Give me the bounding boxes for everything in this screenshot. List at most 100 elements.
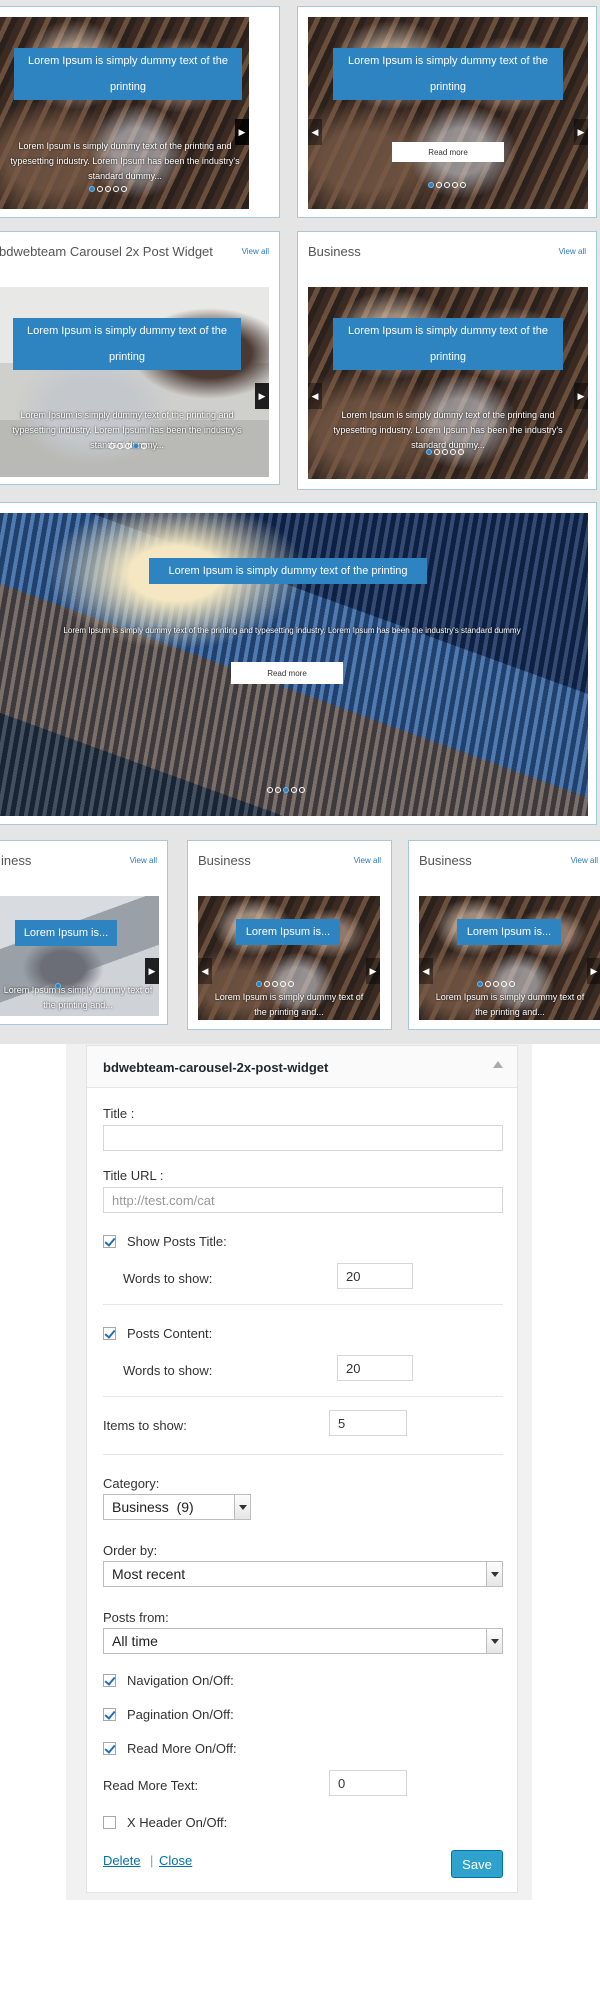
x-header-checkbox[interactable] [103, 1816, 116, 1829]
pagination-dots[interactable] [428, 182, 466, 188]
pagination-dot[interactable] [442, 449, 448, 455]
read-more-checkbox[interactable] [103, 1742, 116, 1755]
card-title: iness [1, 853, 32, 868]
view-all-link[interactable]: View all [130, 856, 157, 865]
pagination-dot[interactable] [452, 182, 458, 188]
pagination-dots[interactable] [477, 981, 515, 987]
pagination-dot[interactable] [426, 449, 432, 455]
pagination-dot[interactable] [125, 443, 131, 449]
order-by-select[interactable]: Most recent [103, 1561, 503, 1587]
slide-caption[interactable]: Lorem Ipsum is... [236, 919, 340, 945]
prev-arrow-icon[interactable]: ◀ [198, 958, 212, 984]
pagination-dot[interactable] [256, 981, 262, 987]
prev-arrow-icon[interactable]: ◀ [308, 383, 322, 409]
pagination-dot[interactable] [458, 449, 464, 455]
pagination-dot[interactable] [291, 787, 297, 793]
title-label: Title : [103, 1106, 135, 1121]
pagination-dot[interactable] [121, 186, 127, 192]
slide-caption[interactable]: Lorem Ipsum is simply dummy text of the … [149, 558, 427, 584]
pagination-dots[interactable] [256, 981, 294, 987]
slide-caption[interactable]: Lorem Ipsum is... [457, 919, 561, 945]
posts-content-words-input[interactable] [337, 1355, 413, 1381]
title-input[interactable] [103, 1125, 503, 1151]
posts-title-words-input[interactable] [337, 1263, 413, 1289]
pagination-dot[interactable] [460, 182, 466, 188]
next-arrow-icon[interactable]: ▶ [574, 119, 588, 145]
pagination-dot[interactable] [288, 981, 294, 987]
title-url-input[interactable] [103, 1187, 503, 1213]
dropdown-arrow-icon[interactable] [486, 1562, 502, 1586]
slide-caption[interactable]: Lorem Ipsum is simply dummy text of the … [333, 48, 563, 100]
slide-caption[interactable]: Lorem Ipsum is simply dummy text of the … [14, 48, 242, 100]
close-link[interactable]: Close [159, 1853, 192, 1868]
delete-link[interactable]: Delete [103, 1853, 141, 1868]
dropdown-arrow-icon[interactable] [234, 1495, 250, 1519]
pagination-dot[interactable] [501, 981, 507, 987]
slide-caption[interactable]: Lorem Ipsum is simply dummy text of the … [333, 318, 563, 370]
card-title: bdwebteam Carousel 2x Post Widget [0, 244, 213, 259]
read-more-text-input[interactable] [329, 1770, 407, 1796]
pagination-dot[interactable] [113, 186, 119, 192]
pagination-dot[interactable] [117, 443, 123, 449]
save-button[interactable]: Save [451, 1850, 503, 1878]
pagination-dot[interactable] [105, 186, 111, 192]
next-arrow-icon[interactable]: ▶ [574, 383, 588, 409]
pagination-dot[interactable] [477, 981, 483, 987]
pagination-dot[interactable] [283, 787, 289, 793]
pagination-dot[interactable] [272, 981, 278, 987]
posts-content-checkbox[interactable] [103, 1327, 116, 1340]
slide-caption[interactable]: Lorem Ipsum is simply dummy text of the … [13, 318, 241, 370]
widget-preview-showcase: Lorem Ipsum is simply dummy text of the … [0, 0, 600, 1044]
view-all-link[interactable]: View all [354, 856, 381, 865]
read-more-button[interactable]: Read more [392, 142, 504, 162]
prev-arrow-icon[interactable]: ◀ [419, 958, 433, 984]
pagination-dot[interactable] [109, 443, 115, 449]
posts-from-select[interactable]: All time [103, 1628, 503, 1654]
navigation-checkbox[interactable] [103, 1674, 116, 1687]
widget-header[interactable]: bdwebteam-carousel-2x-post-widget [87, 1046, 517, 1088]
pagination-dot[interactable] [264, 981, 270, 987]
pagination-dot[interactable] [444, 182, 450, 188]
pagination-dots[interactable] [89, 186, 127, 192]
pagination-dot[interactable] [89, 186, 95, 192]
slide-image: Lorem Ipsum is simply dummy text of the … [0, 287, 269, 477]
pagination-dot[interactable] [141, 443, 147, 449]
pagination-dots[interactable] [55, 983, 61, 989]
items-to-show-input[interactable] [329, 1410, 407, 1436]
slide-caption[interactable]: Lorem Ipsum is... [15, 920, 117, 946]
pagination-dot[interactable] [485, 981, 491, 987]
pagination-dots[interactable] [426, 449, 464, 455]
next-arrow-icon[interactable]: ▶ [145, 958, 159, 984]
pagination-dot[interactable] [275, 787, 281, 793]
next-arrow-icon[interactable]: ▶ [235, 119, 249, 145]
pagination-dot[interactable] [280, 981, 286, 987]
pagination-dot[interactable] [509, 981, 515, 987]
read-more-text-label: Read More Text: [103, 1778, 199, 1793]
read-more-button[interactable]: Read more [231, 662, 343, 684]
pagination-dot[interactable] [436, 182, 442, 188]
dropdown-arrow-icon[interactable] [486, 1629, 502, 1653]
pagination-dot[interactable] [428, 182, 434, 188]
view-all-link[interactable]: View all [559, 247, 586, 256]
collapse-arrow-icon[interactable] [493, 1061, 503, 1068]
pagination-dots[interactable] [267, 787, 305, 793]
pagination-dot[interactable] [434, 449, 440, 455]
pagination-dots[interactable] [109, 443, 147, 449]
next-arrow-icon[interactable]: ▶ [366, 958, 380, 984]
pagination-dot[interactable] [55, 983, 61, 989]
next-arrow-icon[interactable]: ▶ [587, 958, 600, 984]
pagination-checkbox[interactable] [103, 1708, 116, 1721]
view-all-link[interactable]: View all [571, 856, 598, 865]
show-posts-title-checkbox[interactable] [103, 1235, 116, 1248]
pagination-dot[interactable] [299, 787, 305, 793]
pagination-dot[interactable] [97, 186, 103, 192]
prev-arrow-icon[interactable]: ◀ [308, 119, 322, 145]
pagination-dot[interactable] [133, 443, 139, 449]
next-arrow-icon[interactable]: ▶ [255, 383, 269, 409]
posts-content-label: Posts Content: [127, 1326, 213, 1341]
pagination-dot[interactable] [493, 981, 499, 987]
view-all-link[interactable]: View all [242, 247, 269, 256]
pagination-dot[interactable] [267, 787, 273, 793]
category-select[interactable]: Business (9) [103, 1494, 251, 1520]
pagination-dot[interactable] [450, 449, 456, 455]
